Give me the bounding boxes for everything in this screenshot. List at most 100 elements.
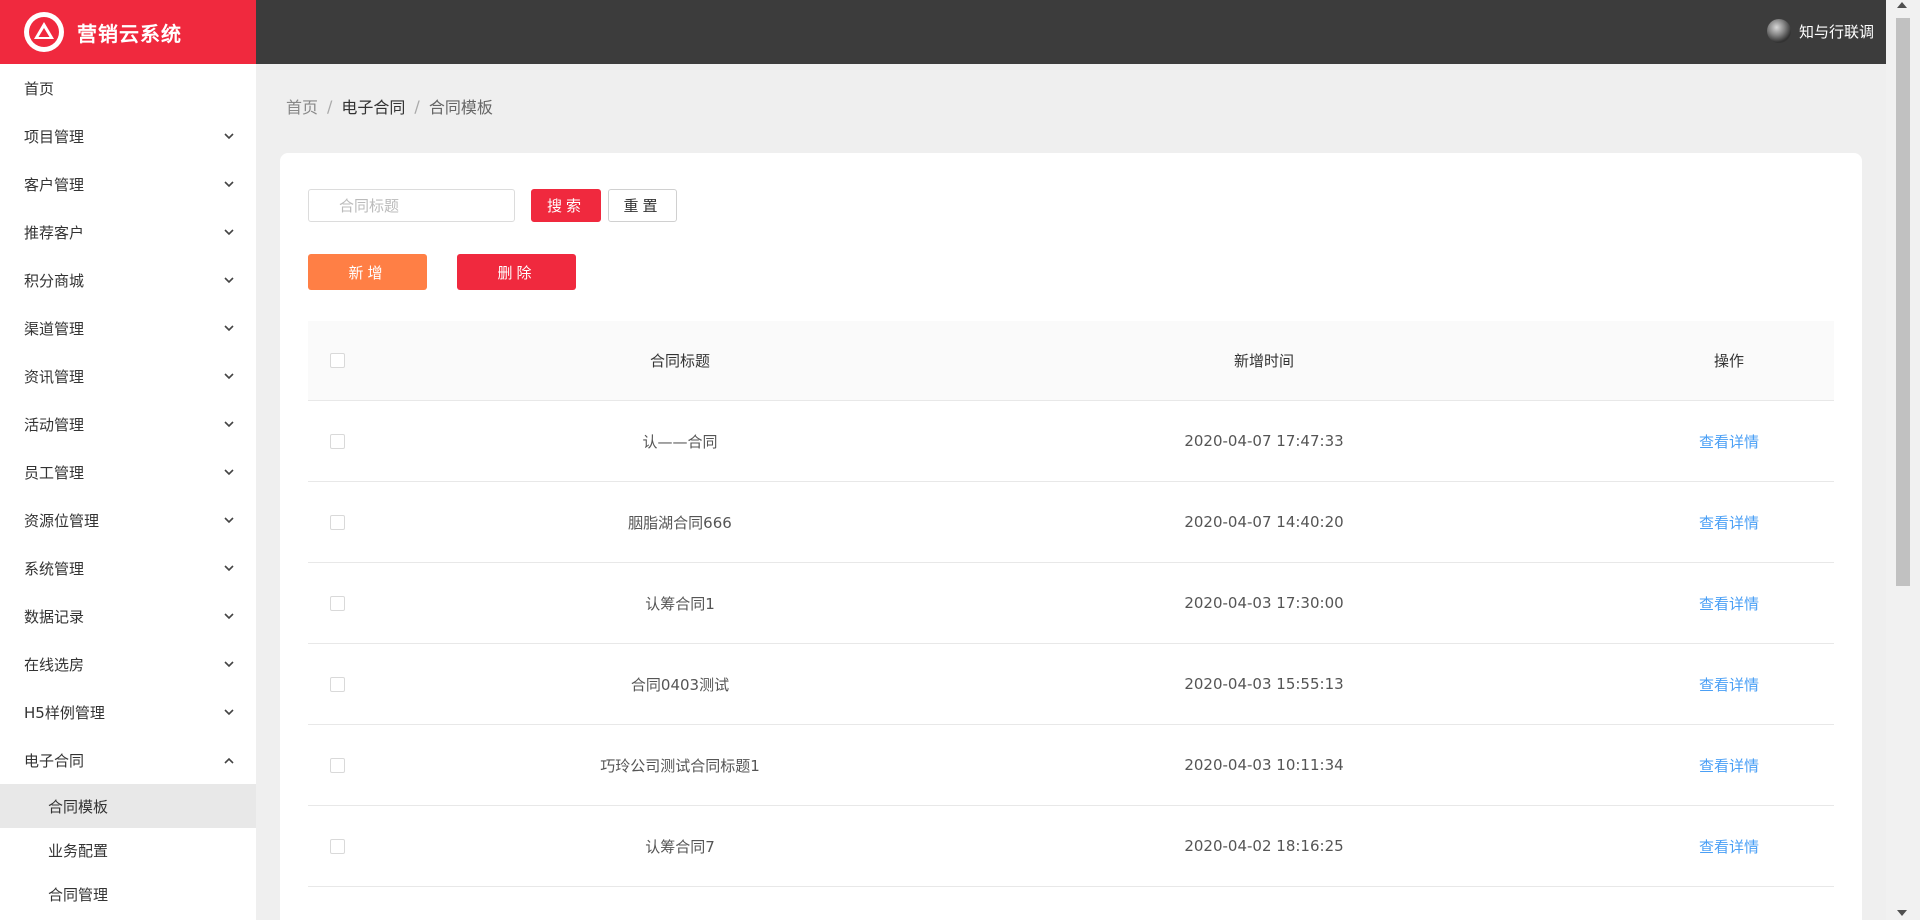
add-button[interactable]: 新增 (308, 254, 427, 290)
cell-time: 2020-04-02 18:16:25 (1184, 837, 1344, 855)
chevron-down-icon (222, 561, 236, 575)
chevron-down-icon (222, 321, 236, 335)
sidebar-item[interactable]: 资源位管理 (0, 496, 256, 544)
view-details-link[interactable]: 查看详情 (1699, 595, 1759, 613)
sidebar-item[interactable]: 资讯管理 (0, 352, 256, 400)
cell-time: 2020-04-03 17:30:00 (1184, 594, 1344, 612)
sidebar-item-label: 系统管理 (24, 559, 85, 578)
avatar[interactable] (1766, 19, 1791, 43)
sidebar-item-label: 首页 (24, 79, 55, 98)
sidebar-item[interactable]: 系统管理 (0, 544, 256, 592)
logo-icon (24, 12, 64, 52)
table-row: 认筹合同7 2020-04-02 18:16:25 查看详情 (308, 806, 1834, 887)
chevron-down-icon (222, 465, 236, 479)
search-button[interactable]: 搜索 (531, 189, 601, 222)
chevron-down-icon (222, 225, 236, 239)
cell-title: 认——合同 (642, 432, 718, 451)
chevron-down-icon (222, 417, 236, 431)
sidebar-item[interactable]: H5样例管理 (0, 688, 256, 736)
chevron-down-icon (222, 657, 236, 671)
scroll-up-icon[interactable] (1897, 2, 1907, 8)
search-input[interactable] (308, 189, 515, 222)
breadcrumb-section[interactable]: 电子合同 (341, 94, 405, 118)
sidebar-item[interactable]: 电子合同 (0, 736, 256, 784)
page-scrollbar[interactable] (1886, 0, 1920, 920)
sidebar-menu: 首页项目管理客户管理推荐客户积分商城渠道管理资讯管理活动管理员工管理 资源位管理系… (0, 64, 256, 916)
sidebar-item-label: H5样例管理 (24, 703, 105, 722)
sidebar-item-label: 客户管理 (24, 175, 85, 194)
sidebar-item-label: 电子合同 (24, 751, 85, 770)
chevron-down-icon (222, 273, 236, 287)
breadcrumb-home[interactable]: 首页 (286, 94, 318, 118)
row-checkbox[interactable] (330, 514, 345, 530)
chevron-down-icon (222, 705, 236, 719)
contract-table: 合同标题 新增时间 操作 认——合同 2020-04-07 17:47:33 查看详… (308, 321, 1834, 887)
table-row: 胭脂湖合同666 2020-04-07 14:40:20 查看详情 (308, 482, 1834, 563)
cell-title: 胭脂湖合同666 (628, 513, 732, 532)
table-row: 巧玲公司测试合同标题1 2020-04-03 10:11:34 查看详情 (308, 725, 1834, 806)
breadcrumb-separator: / (414, 96, 420, 116)
sidebar-item-label: 项目管理 (24, 127, 85, 146)
cell-title: 合同0403测试 (630, 675, 730, 694)
header-op: 操作 (1713, 352, 1744, 370)
sidebar-item-label: 资讯管理 (24, 367, 85, 386)
view-details-link[interactable]: 查看详情 (1699, 514, 1759, 532)
table-row: 认筹合同1 2020-04-03 17:30:00 查看详情 (308, 563, 1834, 644)
breadcrumb: 首页 / 电子合同 / 合同模板 (286, 94, 493, 118)
sidebar-item[interactable]: 数据记录 (0, 592, 256, 640)
cell-time: 2020-04-03 10:11:34 (1184, 756, 1344, 774)
user-name[interactable]: 知与行联调 (1799, 21, 1874, 42)
sidebar-item[interactable]: 首页 (0, 64, 256, 112)
sidebar-item[interactable]: 积分商城 (0, 256, 256, 304)
sidebar-item-label: 活动管理 (24, 415, 85, 434)
cell-time: 2020-04-07 17:47:33 (1184, 432, 1344, 450)
table-body: 认——合同 2020-04-07 17:47:33 查看详情 胭脂湖合同666 2020… (308, 401, 1834, 887)
sidebar-item[interactable]: 渠道管理 (0, 304, 256, 352)
sidebar-subitem[interactable]: 合同管理 (0, 872, 256, 916)
sidebar-subitem[interactable]: 业务配置 (0, 828, 256, 872)
cell-time: 2020-04-03 15:55:13 (1184, 675, 1344, 693)
sidebar-item-label: 推荐客户 (24, 223, 85, 242)
header-title: 合同标题 (649, 352, 710, 370)
chevron-down-icon (222, 129, 236, 143)
row-checkbox[interactable] (330, 676, 345, 692)
user-menu[interactable]: 知与行联调 (1766, 19, 1874, 43)
chevron-down-icon (222, 369, 236, 383)
cell-title: 认筹合同1 (645, 594, 715, 613)
table-header: 合同标题 新增时间 操作 (308, 321, 1834, 401)
sidebar-item[interactable]: 推荐客户 (0, 208, 256, 256)
delete-button[interactable]: 删除 (457, 254, 576, 290)
top-header: 知与行联调 (256, 0, 1886, 64)
chevron-down-icon (222, 609, 236, 623)
chevron-down-icon (222, 177, 236, 191)
sidebar: 营销云系统 首页项目管理客户管理推荐客户积分商城渠道管理资讯管理活动管理员工管理… (0, 0, 256, 920)
sidebar-item-label: 积分商城 (24, 271, 85, 290)
view-details-link[interactable]: 查看详情 (1699, 757, 1759, 775)
cell-time: 2020-04-07 14:40:20 (1184, 513, 1344, 531)
row-checkbox[interactable] (330, 595, 345, 611)
reset-button[interactable]: 重置 (608, 189, 677, 222)
logo-bar: 营销云系统 (0, 0, 256, 64)
app-title: 营销云系统 (77, 21, 182, 46)
scroll-down-icon[interactable] (1897, 910, 1907, 916)
row-checkbox[interactable] (330, 757, 345, 773)
view-details-link[interactable]: 查看详情 (1699, 838, 1759, 856)
sidebar-item[interactable]: 员工管理 (0, 448, 256, 496)
view-details-link[interactable]: 查看详情 (1699, 433, 1759, 451)
table-row: 认——合同 2020-04-07 17:47:33 查看详情 (308, 401, 1834, 482)
row-checkbox[interactable] (330, 433, 345, 449)
sidebar-item-label: 数据记录 (24, 607, 85, 626)
sidebar-item-label: 在线选房 (24, 655, 85, 674)
sidebar-subitem[interactable]: 合同模板 (0, 784, 256, 828)
chevron-down-icon (222, 513, 236, 527)
sidebar-item[interactable]: 项目管理 (0, 112, 256, 160)
row-checkbox[interactable] (330, 838, 345, 854)
content-card: 搜索 重置 新增 删除 合同标题 新增时间 操作 认——合同 2020-04-07… (280, 153, 1862, 920)
sidebar-item[interactable]: 客户管理 (0, 160, 256, 208)
select-all-checkbox[interactable] (330, 353, 345, 368)
scroll-thumb[interactable] (1896, 18, 1910, 586)
table-row: 合同0403测试 2020-04-03 15:55:13 查看详情 (308, 644, 1834, 725)
sidebar-item[interactable]: 在线选房 (0, 640, 256, 688)
sidebar-item[interactable]: 活动管理 (0, 400, 256, 448)
view-details-link[interactable]: 查看详情 (1699, 676, 1759, 694)
